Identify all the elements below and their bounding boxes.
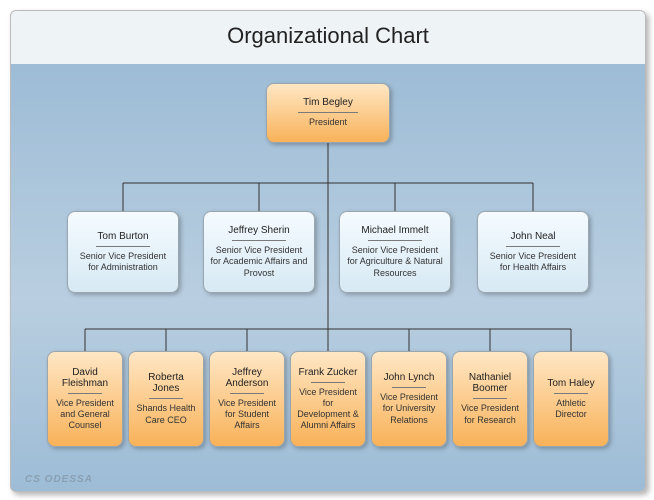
- node-name: Tom Haley: [547, 378, 594, 392]
- node-role: Senior Vice President for Health Affairs: [484, 248, 582, 274]
- node-l3-0: David Fleishman Vice President and Gener…: [47, 351, 123, 447]
- node-l3-4: John Lynch Vice President for University…: [371, 351, 447, 447]
- node-name: David Fleishman: [54, 367, 116, 392]
- chart-title: Organizational Chart: [11, 23, 645, 49]
- node-l3-1: Roberta Jones Shands Health Care CEO: [128, 351, 204, 447]
- node-name: Frank Zucker: [299, 367, 358, 381]
- node-name: Jeffrey Sherin: [228, 225, 290, 239]
- node-role: Senior Vice President for Agriculture & …: [346, 242, 444, 279]
- node-l2-2: Michael Immelt Senior Vice President for…: [339, 211, 451, 293]
- node-l3-6: Tom Haley Athletic Director: [533, 351, 609, 447]
- node-root: Tim Begley President: [266, 83, 390, 143]
- node-role: Vice President and General Counsel: [54, 395, 116, 432]
- node-role: Vice President for Student Affairs: [216, 395, 278, 432]
- node-l2-0: Tom Burton Senior Vice President for Adm…: [67, 211, 179, 293]
- node-role: Shands Health Care CEO: [135, 400, 197, 426]
- node-name: Jeffrey Anderson: [216, 367, 278, 392]
- node-role: Vice President for Development & Alumni …: [297, 384, 359, 432]
- node-name: John Neal: [510, 231, 555, 245]
- node-role: President: [309, 114, 347, 128]
- node-name: John Lynch: [384, 372, 435, 386]
- node-name: Michael Immelt: [361, 225, 428, 239]
- node-role: Athletic Director: [540, 395, 602, 421]
- node-name: Roberta Jones: [135, 372, 197, 397]
- watermark: CS ODESSA: [25, 474, 93, 485]
- org-chart-canvas: Organizational Chart Tim: [10, 10, 646, 492]
- node-l2-3: John Neal Senior Vice President for Heal…: [477, 211, 589, 293]
- node-l2-1: Jeffrey Sherin Senior Vice President for…: [203, 211, 315, 293]
- node-l3-3: Frank Zucker Vice President for Developm…: [290, 351, 366, 447]
- node-role: Senior Vice President for Administration: [74, 248, 172, 274]
- node-role: Vice President for University Relations: [378, 389, 440, 426]
- node-name: Tom Burton: [97, 231, 148, 245]
- node-role: Senior Vice President for Academic Affai…: [210, 242, 308, 279]
- node-role: Vice President for Research: [459, 400, 521, 426]
- node-name: Tim Begley: [303, 97, 353, 111]
- node-l3-2: Jeffrey Anderson Vice President for Stud…: [209, 351, 285, 447]
- node-name: Nathaniel Boomer: [459, 372, 521, 397]
- node-l3-5: Nathaniel Boomer Vice President for Rese…: [452, 351, 528, 447]
